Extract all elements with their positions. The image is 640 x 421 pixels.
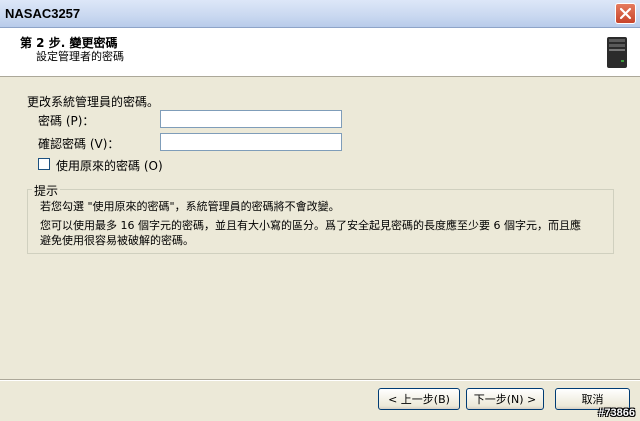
confirm-password-field[interactable] — [160, 133, 342, 151]
confirm-password-label: 確認密碼 (V)： — [38, 137, 120, 151]
close-icon — [619, 7, 632, 20]
computer-icon — [607, 37, 627, 68]
hint-line-2: 您可以使用最多 16 個字元的密碼，並且有大小寫的區分。爲了安全起見密碼的長度應… — [40, 219, 581, 232]
intro-text: 更改系統管理員的密碼。 — [27, 95, 160, 109]
step-subtitle: 設定管理者的密碼 — [36, 50, 124, 63]
keep-password-label[interactable]: 使用原來的密碼 (O) — [56, 157, 163, 174]
close-button[interactable] — [615, 3, 636, 24]
window-title: NASAC3257 — [5, 6, 81, 21]
footer-divider — [0, 379, 640, 381]
watermark: #73866 — [598, 407, 635, 419]
hint-title: 提示 — [32, 182, 61, 199]
title-bar: NASAC3257 — [0, 0, 640, 28]
keep-password-checkbox[interactable] — [38, 158, 50, 170]
password-label: 密碼 (P)： — [38, 114, 95, 128]
wizard-header: 第 2 步. 變更密碼 設定管理者的密碼 — [0, 28, 640, 77]
hint-line-3: 避免使用很容易被破解的密碼。 — [40, 234, 194, 247]
content-area: 更改系統管理員的密碼。 密碼 (P)： 確認密碼 (V)： 使用原來的密碼 (O… — [0, 77, 640, 379]
back-button[interactable]: < 上一步(B) — [378, 388, 460, 410]
next-button[interactable]: 下一步(N) > — [466, 388, 544, 410]
password-field[interactable] — [160, 110, 342, 128]
hint-line-1: 若您勾選 "使用原來的密碼"，系統管理員的密碼將不會改變。 — [40, 200, 340, 213]
